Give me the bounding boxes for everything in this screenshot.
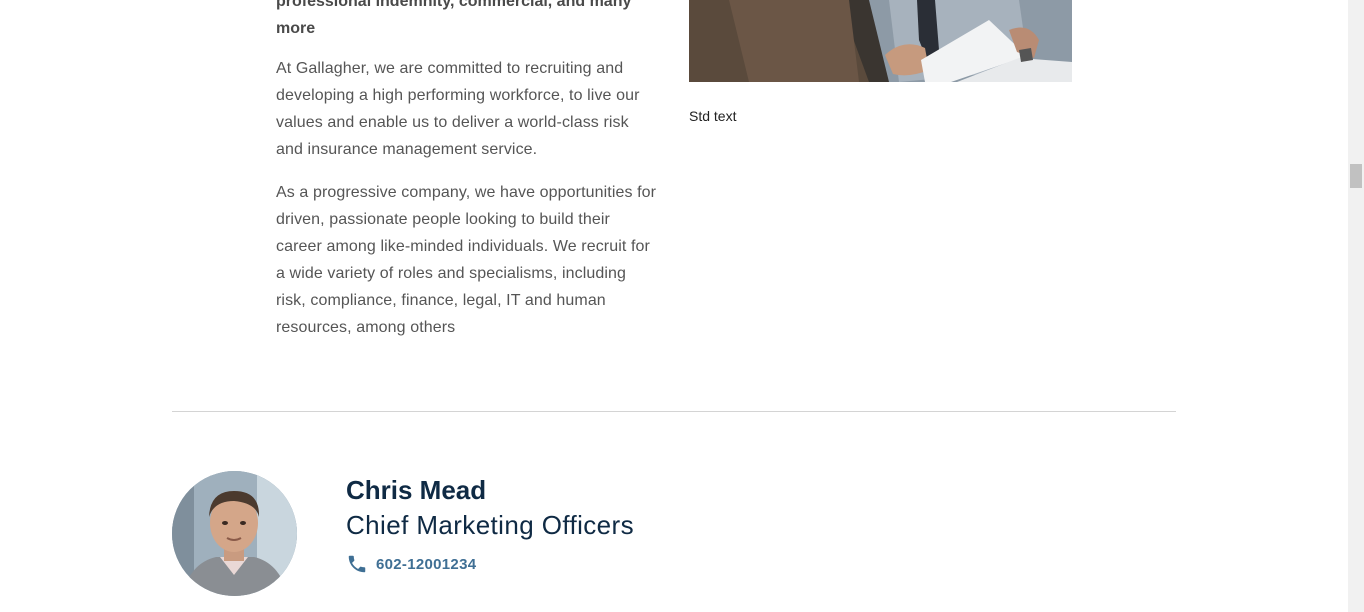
intro-paragraph: At Gallagher, we are committed to recrui…: [276, 60, 640, 158]
meeting-photo: [689, 0, 1072, 82]
contact-phone[interactable]: 602-12001234: [346, 552, 476, 576]
contact-name: Chris Mead: [346, 475, 487, 505]
avatar: [172, 471, 297, 596]
page: professional indemnity, commercial, and …: [0, 0, 1348, 612]
vertical-scrollbar[interactable]: [1348, 0, 1364, 612]
meeting-photo-graphic: [689, 0, 1072, 82]
scrollbar-thumb[interactable]: [1350, 164, 1362, 188]
intro-lead: professional indemnity, commercial, and …: [276, 0, 632, 37]
phone-number-link[interactable]: 602-12001234: [376, 556, 476, 573]
intro-paragraph: As a progressive company, we have opport…: [276, 184, 657, 336]
intro-text-column: professional indemnity, commercial, and …: [276, 0, 660, 357]
avatar-portrait: [172, 471, 297, 596]
phone-icon: [348, 555, 366, 573]
image-caption: Std text: [689, 108, 737, 124]
section-divider: [172, 411, 1176, 412]
contact-job-title: Chief Marketing Officers: [346, 510, 634, 540]
